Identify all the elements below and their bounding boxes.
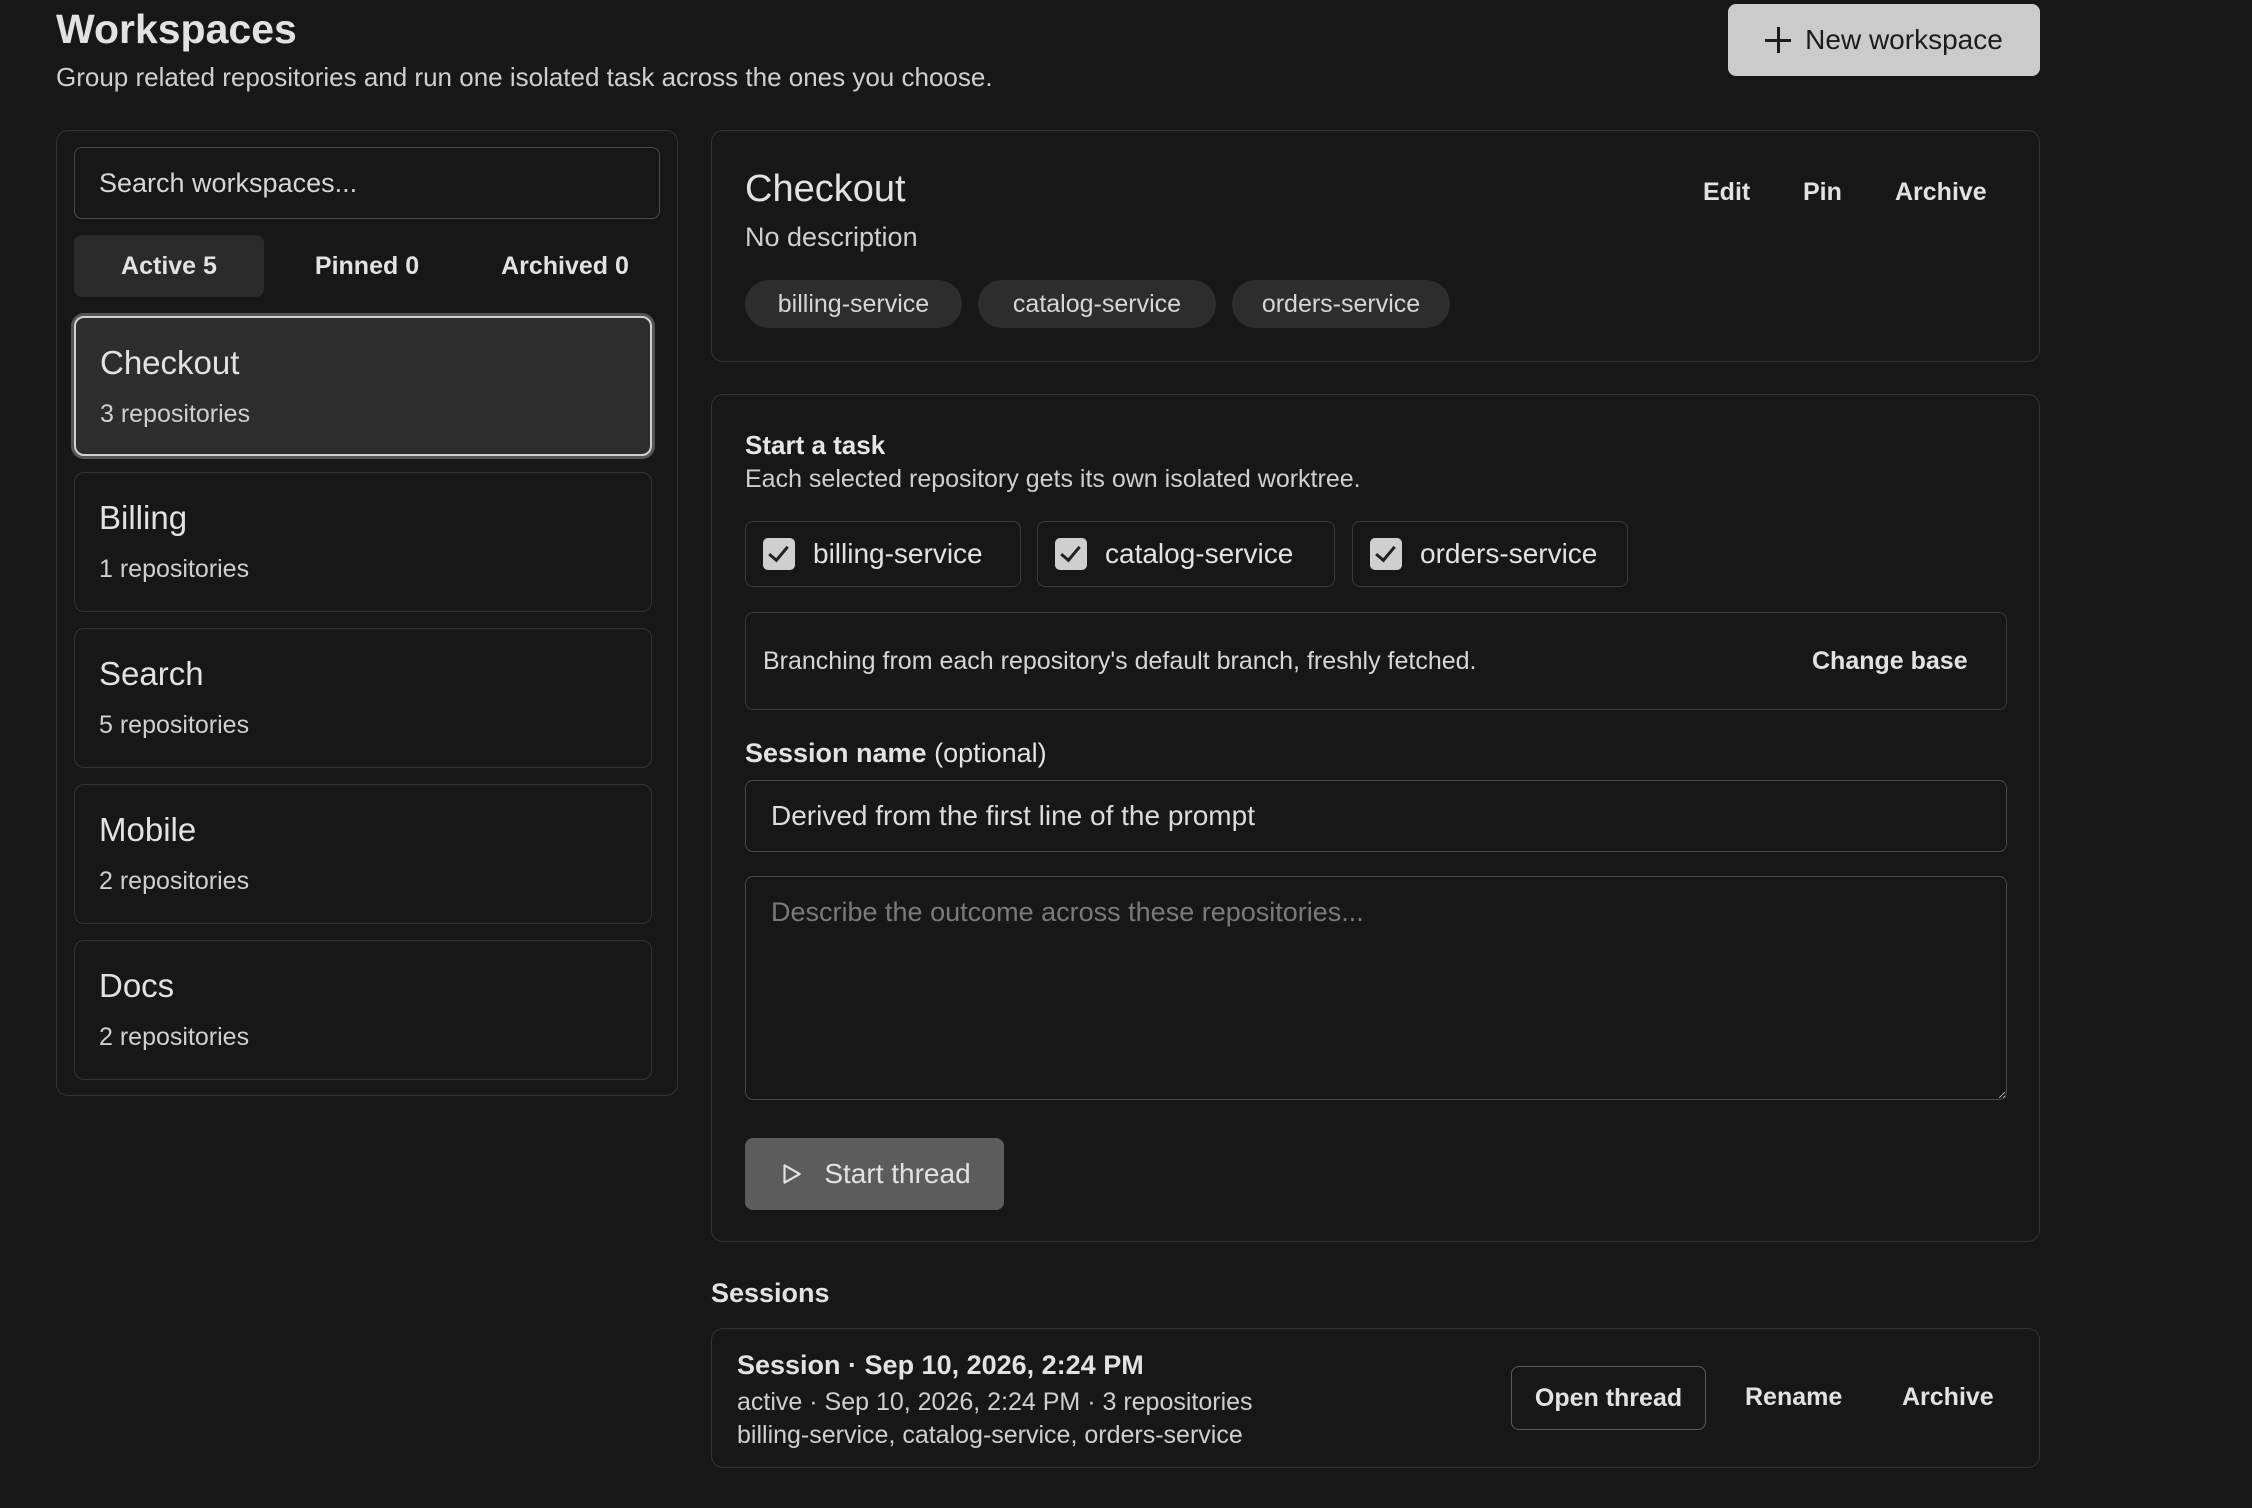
workspace-repo-count: 3 repositories	[100, 400, 251, 428]
tab-archived[interactable]: Archived 0	[470, 235, 660, 297]
repo-checkbox-orders[interactable]: orders-service	[1352, 521, 1628, 587]
session-repos: billing-service, catalog-service, orders…	[737, 1421, 1243, 1449]
start-thread-button[interactable]: Start thread	[745, 1138, 1004, 1210]
prompt-textarea[interactable]	[745, 876, 2007, 1100]
workspace-card-mobile[interactable]: Mobile 2 repositories	[74, 784, 652, 924]
checkbox-checked-icon[interactable]	[1055, 538, 1087, 570]
new-workspace-label: New workspace	[1805, 24, 2003, 55]
page-title: Workspaces	[56, 6, 297, 52]
checkbox-checked-icon[interactable]	[763, 538, 795, 570]
workspace-repo-count: 1 repositories	[99, 555, 250, 583]
tab-active[interactable]: Active 5	[74, 235, 264, 297]
repo-chip: orders-service	[1232, 280, 1450, 328]
tab-pinned[interactable]: Pinned 0	[274, 235, 460, 297]
workspace-card-checkout[interactable]: Checkout 3 repositories	[74, 316, 652, 456]
archive-session-button[interactable]: Archive	[1902, 1383, 1994, 1412]
pin-button[interactable]: Pin	[1803, 178, 1842, 207]
new-workspace-button[interactable]: New workspace	[1728, 4, 2040, 76]
edit-button[interactable]: Edit	[1703, 178, 1750, 207]
repo-checkbox-billing[interactable]: billing-service	[745, 521, 1021, 587]
workspace-card-billing[interactable]: Billing 1 repositories	[74, 472, 652, 612]
play-icon	[783, 1164, 802, 1184]
workspace-repo-count: 2 repositories	[99, 1023, 250, 1051]
checkbox-checked-icon[interactable]	[1370, 538, 1402, 570]
workspace-name: Billing	[99, 499, 188, 536]
archive-button[interactable]: Archive	[1895, 178, 1987, 207]
workspace-card-search[interactable]: Search 5 repositories	[74, 628, 652, 768]
session-name-label: Session name (optional)	[745, 738, 1047, 768]
workspace-name: Mobile	[99, 811, 197, 848]
workspace-repo-count: 5 repositories	[99, 711, 250, 739]
change-base-button[interactable]: Change base	[1812, 647, 1968, 676]
page-subtitle: Group related repositories and run one i…	[56, 62, 993, 92]
rename-session-button[interactable]: Rename	[1745, 1383, 1842, 1412]
search-workspaces-input[interactable]	[74, 147, 660, 219]
session-meta: active · Sep 10, 2026, 2:24 PM · 3 repos…	[737, 1388, 1253, 1416]
start-thread-label: Start thread	[824, 1158, 971, 1189]
plus-icon	[1765, 27, 1792, 53]
repo-checkbox-label: orders-service	[1420, 538, 1598, 569]
workspace-name: Checkout	[100, 344, 240, 381]
repo-chip: catalog-service	[978, 280, 1216, 328]
start-task-subtitle: Each selected repository gets its own is…	[745, 465, 1361, 493]
workspace-card-docs[interactable]: Docs 2 repositories	[74, 940, 652, 1080]
open-thread-button[interactable]: Open thread	[1511, 1366, 1706, 1430]
repo-checkbox-label: billing-service	[813, 538, 983, 569]
repo-checkbox-catalog[interactable]: catalog-service	[1037, 521, 1335, 587]
branch-info-text: Branching from each repository's default…	[763, 647, 1477, 675]
sessions-heading: Sessions	[711, 1278, 830, 1308]
workspace-name: Search	[99, 655, 204, 692]
start-task-heading: Start a task	[745, 430, 886, 460]
session-name-input[interactable]	[745, 780, 2007, 852]
workspace-name: Docs	[99, 967, 175, 1004]
repo-checkbox-label: catalog-service	[1105, 538, 1294, 569]
workspace-title: Checkout	[745, 168, 906, 210]
repo-chip: billing-service	[745, 280, 962, 328]
workspace-repo-count: 2 repositories	[99, 867, 250, 895]
session-title: Session · Sep 10, 2026, 2:24 PM	[737, 1350, 1144, 1380]
workspace-description: No description	[745, 222, 918, 252]
